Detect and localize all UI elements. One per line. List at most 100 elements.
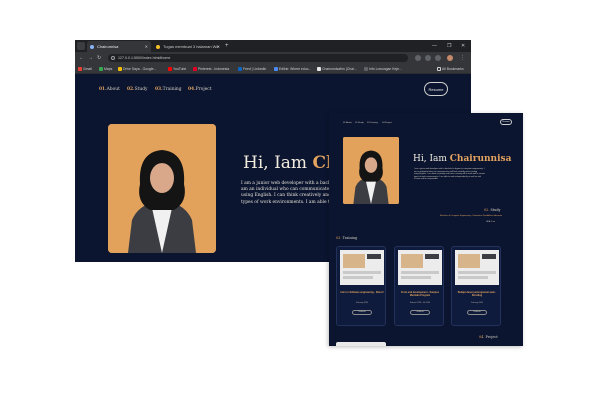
bookmark-label: Gmail xyxy=(83,67,92,71)
bookmark-label: Info Lowongan Keje... xyxy=(369,67,402,71)
bookmark-label: Maps xyxy=(104,67,113,71)
maps-icon xyxy=(99,67,103,71)
nav-number: 03. xyxy=(155,87,163,92)
menu-icon[interactable]: ⋮ xyxy=(460,54,465,62)
hero-greeting: Hi, Iam xyxy=(243,153,313,173)
tab-chairunnisa[interactable]: Chairunnisa ✕ xyxy=(87,41,151,52)
section-label: Project xyxy=(485,335,498,339)
preview-hero-title: Hi, Iam Chairunnisa xyxy=(413,154,511,164)
bookmark-pinterest[interactable]: Pinterest - Indonesia xyxy=(193,64,229,74)
card-date: February 2024 xyxy=(471,302,483,304)
certificate-button: Certificate xyxy=(352,310,372,315)
bookmark-label: YouTube xyxy=(173,67,187,71)
bookmark-gmail[interactable]: Gmail xyxy=(78,64,92,74)
certificate-thumbnail xyxy=(340,250,384,285)
tab-tugas[interactable]: Tugas membuat 3 halaman We ✕ xyxy=(153,41,223,52)
section-label: Training xyxy=(342,236,358,240)
page-preview: 01.About 02.Study 03.Training 04.Project… xyxy=(329,113,523,346)
card-title: Front-end development - Kampus Merdeka P… xyxy=(400,291,440,297)
certificate-image xyxy=(455,250,499,285)
drive-icon xyxy=(118,67,122,71)
preview-resume-button: Resume xyxy=(500,119,512,125)
new-tab-button[interactable]: + xyxy=(225,41,229,51)
nav-label: About xyxy=(106,87,120,92)
preview-nav-about: 01.About xyxy=(343,122,352,124)
training-card: Front-end development - Kampus Merdeka P… xyxy=(394,246,444,326)
preview-study-heading: 02. Study xyxy=(484,208,500,212)
hero-title: Hi, Iam Ch xyxy=(243,153,338,173)
section-number: 02. xyxy=(484,208,490,212)
resume-button[interactable]: Resume xyxy=(424,82,448,96)
minimize-button[interactable]: — xyxy=(432,41,437,51)
preview-nav-project: 04.Project xyxy=(382,122,392,124)
nav-training[interactable]: 03.Training xyxy=(155,87,182,92)
card-title: Intro to Software engineering - RevoU xyxy=(340,291,384,294)
downloads-icon[interactable] xyxy=(425,55,431,61)
bookmark-drive[interactable]: Drive Saya - Google... xyxy=(118,64,156,74)
training-card: Belajar dasar pemrograman web - Dicoding… xyxy=(451,246,501,326)
section-number: 04. xyxy=(479,335,485,339)
profile-photo xyxy=(108,124,216,253)
tab-label: Chairunnisa xyxy=(97,44,119,49)
bookmark-github[interactable]: Chairunnisafirn (Chai... xyxy=(317,64,357,74)
project-card-partial xyxy=(336,342,386,346)
certificate-button: Certificate xyxy=(467,310,487,315)
forward-button[interactable]: → xyxy=(88,54,93,62)
nav-number: 04. xyxy=(188,87,196,92)
address-bar[interactable]: 127.0.0.1:5500/index.html#home xyxy=(108,54,408,62)
bookmark-edlink[interactable]: Edlink: Where educ... xyxy=(274,64,311,74)
bookmark-label: Drive Saya - Google... xyxy=(123,67,157,71)
reload-button[interactable]: ↻ xyxy=(97,54,101,62)
certificate-thumbnail xyxy=(398,250,442,285)
pinterest-icon xyxy=(193,67,197,71)
maximize-button[interactable]: ❐ xyxy=(447,41,451,51)
bookmark-youtube[interactable]: YouTube xyxy=(168,64,186,74)
bookmark-label: Edlink: Where educ... xyxy=(279,67,312,71)
back-button[interactable]: ← xyxy=(79,54,84,62)
preview-project-heading: 04. Project xyxy=(479,335,498,339)
drive-icon xyxy=(156,44,160,49)
globe-icon xyxy=(364,67,368,71)
site-info-icon[interactable] xyxy=(111,56,115,60)
side-panel-icon[interactable] xyxy=(435,55,441,61)
preview-nav-study: 02.Study xyxy=(355,122,364,124)
nav-label: Project xyxy=(195,87,212,92)
close-window-button[interactable]: ✕ xyxy=(461,41,465,51)
bookmark-label: All Bookmarks xyxy=(442,67,464,71)
bookmark-lowongan[interactable]: Info Lowongan Keje... xyxy=(364,64,402,74)
extension-icon[interactable] xyxy=(415,55,421,61)
bookmark-maps[interactable]: Maps xyxy=(99,64,112,74)
bookmark-label: Chairunnisafirn (Chai... xyxy=(322,67,357,71)
bookmark-label: Feed | LinkedIn xyxy=(243,67,267,71)
nav-study[interactable]: 02.Study xyxy=(127,87,148,92)
folder-icon xyxy=(437,67,441,71)
all-bookmarks[interactable]: All Bookmarks xyxy=(437,64,464,74)
linkedin-icon xyxy=(238,67,242,71)
person-portrait xyxy=(108,124,216,253)
bookmark-linkedin[interactable]: Feed | LinkedIn xyxy=(238,64,266,74)
nav-about[interactable]: 01.About xyxy=(99,87,120,92)
url-text: 127.0.0.1:5500/index.html#home xyxy=(118,56,171,60)
close-icon[interactable]: ✕ xyxy=(217,41,220,52)
nav-label: Training xyxy=(162,87,182,92)
card-date: Februari 2024 - Juli 2024 xyxy=(410,302,430,304)
nav-project[interactable]: 04.Project xyxy=(188,87,212,92)
nav-label: Study xyxy=(134,87,148,92)
tab-search-button[interactable] xyxy=(77,42,85,50)
profile-avatar[interactable] xyxy=(447,55,453,61)
preview-training-heading: 03. Training xyxy=(336,236,357,240)
preview-profile-photo xyxy=(343,137,399,204)
close-icon[interactable]: ✕ xyxy=(145,41,148,52)
youtube-icon xyxy=(168,67,172,71)
description-line: a team and be responsible. xyxy=(414,178,439,181)
section-number: 03. xyxy=(336,236,342,240)
section-label: Study xyxy=(490,208,501,212)
nav-number: 01. xyxy=(99,87,107,92)
bookmark-label: Pinterest - Indonesia xyxy=(198,67,230,71)
tab-strip: Chairunnisa ✕ Tugas membuat 3 halaman We… xyxy=(75,40,471,52)
preview-study-detail: Bachelor of Computer Engineering - Unive… xyxy=(440,215,503,217)
nav-number: 02. xyxy=(127,87,135,92)
gmail-icon xyxy=(78,67,82,71)
card-title: Belajar dasar pemrograman web - Dicoding xyxy=(457,291,497,297)
screenshot-stage: Chairunnisa ✕ Tugas membuat 3 halaman We… xyxy=(0,0,600,400)
